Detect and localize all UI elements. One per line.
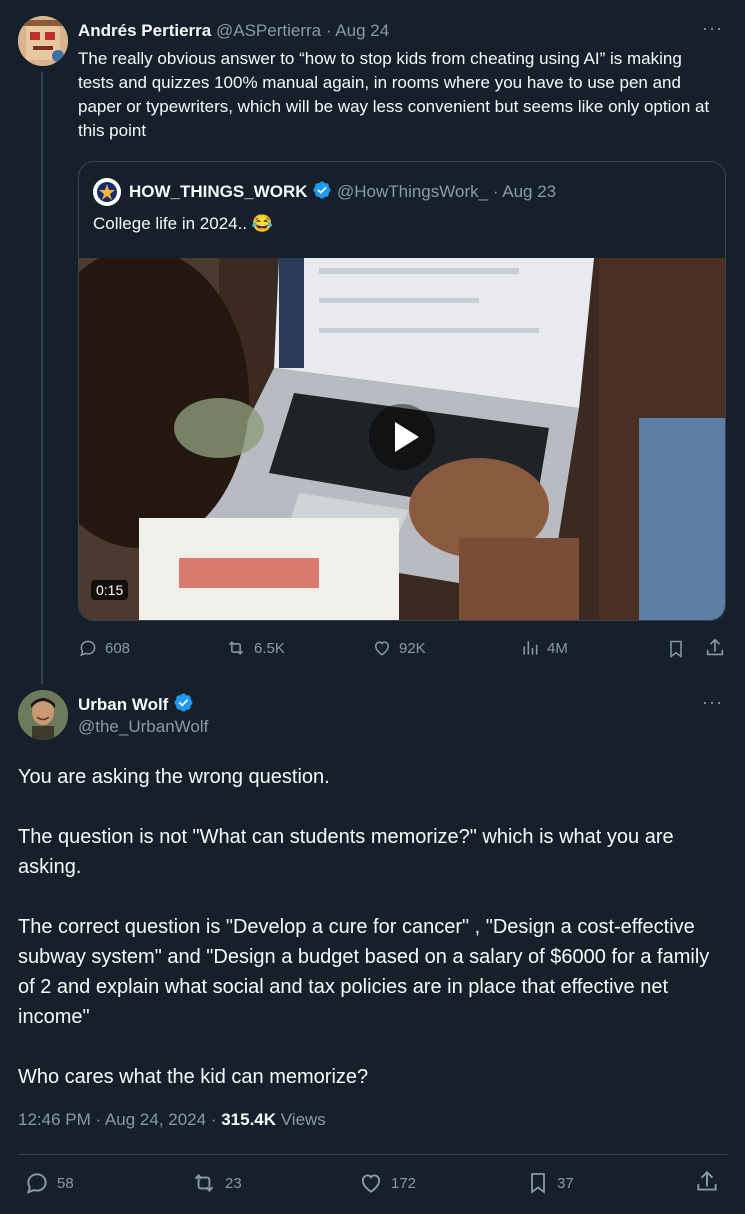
like-button[interactable]: 172 — [358, 1170, 416, 1196]
reply-paragraph: The correct question is "Develop a cure … — [18, 916, 710, 1028]
reply-avatar[interactable] — [18, 690, 68, 740]
reply-count: 58 — [57, 1174, 74, 1192]
repost-button[interactable]: 23 — [190, 1170, 242, 1196]
heart-icon — [361, 1174, 381, 1193]
author-name[interactable]: Andrés Pertierra — [78, 21, 211, 40]
author-handle[interactable]: @ASPertierra — [216, 21, 321, 40]
quoted-tweet-date: · Aug 23 — [492, 182, 557, 201]
quoted-author-handle: @HowThingsWork_ — [336, 182, 489, 201]
reply-author-handle[interactable]: @the_UrbanWolf — [78, 717, 208, 737]
views-label: Views — [280, 1110, 326, 1129]
like-count: 92K — [399, 639, 426, 657]
reply-icon — [26, 1173, 47, 1194]
reply-paragraph: The question is not "What can students m… — [18, 826, 674, 878]
reply-button[interactable]: 608 — [78, 638, 130, 658]
video-player[interactable]: 0:15 — [79, 258, 725, 620]
play-button[interactable] — [369, 404, 435, 470]
bookmark-button[interactable]: 37 — [526, 1170, 574, 1196]
views-icon — [523, 641, 538, 655]
views-total: 315.4K — [221, 1110, 277, 1129]
quoted-tweet-text: College life in 2024.. 😂 — [93, 214, 273, 233]
bookmark-icon — [670, 640, 682, 658]
reply-text: You are asking the wrong question. The q… — [18, 762, 718, 1092]
repost-count: 6.5K — [254, 639, 285, 657]
reply-icon — [80, 640, 96, 657]
quoted-author-name: HOW_THINGS_WORK — [129, 182, 308, 201]
views-count: 4M — [547, 639, 568, 657]
repost-icon — [228, 641, 244, 655]
thread-line — [41, 72, 43, 684]
repost-icon — [194, 1174, 214, 1192]
tweet-timestamp[interactable]: 12:46 PM · Aug 24, 2024 · — [18, 1110, 216, 1129]
share-button[interactable] — [694, 1169, 720, 1195]
repost-count: 23 — [225, 1174, 242, 1192]
like-count: 172 — [391, 1174, 417, 1192]
share-icon — [706, 638, 724, 656]
bookmark-count: 37 — [557, 1174, 574, 1192]
reply-button[interactable]: 58 — [24, 1170, 74, 1196]
more-options-button[interactable]: ··· — [702, 18, 723, 39]
divider — [18, 1154, 727, 1155]
play-icon — [395, 422, 419, 452]
avatar[interactable] — [18, 16, 68, 66]
reply-more-options-button[interactable]: ··· — [702, 692, 723, 713]
like-button[interactable]: 92K — [372, 638, 426, 658]
share-button[interactable] — [704, 637, 726, 659]
share-icon — [697, 1170, 717, 1191]
views-button[interactable]: 4M — [520, 638, 568, 658]
tweet-text: The really obvious answer to “how to sto… — [78, 49, 710, 140]
reply-paragraph: Who cares what the kid can memorize? — [18, 1066, 369, 1088]
bookmark-button[interactable] — [666, 638, 686, 660]
bookmark-icon — [531, 1173, 545, 1194]
reply-paragraph: You are asking the wrong question. — [18, 766, 330, 788]
reply-author-name[interactable]: Urban Wolf — [78, 695, 168, 714]
tweet-date[interactable]: · Aug 24 — [326, 21, 389, 40]
repost-button[interactable]: 6.5K — [225, 638, 285, 658]
reply-count: 608 — [105, 639, 131, 657]
quoted-tweet-card[interactable]: HOW_THINGS_WORK @HowThingsWork_ · Aug 23… — [78, 161, 726, 621]
quoted-avatar — [93, 178, 121, 206]
verified-badge-icon — [312, 180, 332, 205]
verified-badge-icon — [173, 692, 194, 718]
heart-icon — [374, 641, 390, 656]
video-duration: 0:15 — [91, 580, 129, 600]
